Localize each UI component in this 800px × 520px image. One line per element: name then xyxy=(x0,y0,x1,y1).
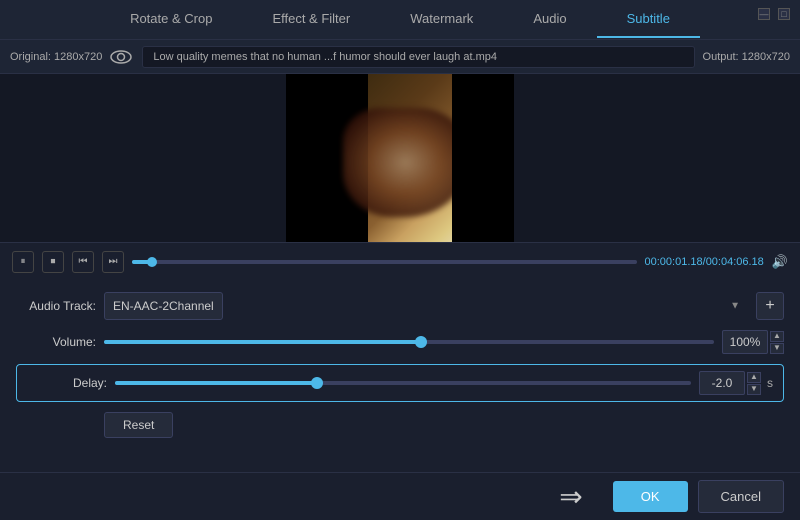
cancel-button[interactable]: Cancel xyxy=(698,480,784,513)
audio-track-dropdown-wrapper: EN-AAC-2Channel ▼ xyxy=(104,292,748,320)
audio-track-label: Audio Track: xyxy=(16,299,96,313)
tab-audio[interactable]: Audio xyxy=(503,1,596,38)
audio-track-select[interactable]: EN-AAC-2Channel xyxy=(104,292,223,320)
tab-effect-filter[interactable]: Effect & Filter xyxy=(242,1,380,38)
volume-row: Volume: ▲ ▼ xyxy=(16,330,784,354)
delay-slider-thumb[interactable] xyxy=(311,377,323,389)
delay-increment-button[interactable]: ▲ xyxy=(747,372,761,383)
filename-display: Low quality memes that no human ...f hum… xyxy=(142,46,694,68)
delay-slider-wrapper xyxy=(115,374,691,392)
minimize-button[interactable]: — xyxy=(758,8,770,20)
tab-watermark[interactable]: Watermark xyxy=(380,1,503,38)
delay-row-container: Delay: ▲ ▼ s xyxy=(16,364,784,402)
video-preview-area xyxy=(0,74,800,242)
time-display: 00:00:01.18/00:04:06.18 xyxy=(645,256,764,268)
eye-icon[interactable] xyxy=(110,48,134,66)
progress-bar[interactable] xyxy=(132,260,637,264)
volume-increment-button[interactable]: ▲ xyxy=(770,331,784,342)
volume-label: Volume: xyxy=(16,335,96,349)
volume-slider-thumb[interactable] xyxy=(415,336,427,348)
tab-subtitle[interactable]: Subtitle xyxy=(597,1,700,38)
tab-bar: Rotate & Crop Effect & Filter Watermark … xyxy=(0,0,800,40)
delay-unit-label: s xyxy=(767,376,773,390)
output-resolution: Output: 1280x720 xyxy=(703,51,790,63)
pause-button[interactable]: ⏸ xyxy=(12,251,34,273)
delay-value-wrapper: ▲ ▼ s xyxy=(699,371,773,395)
volume-slider-track[interactable] xyxy=(104,340,714,344)
dropdown-arrow-icon: ▼ xyxy=(730,301,740,312)
playback-bar: ⏸ ⏹ ⏮ ⏭ 00:00:01.18/00:04:06.18 🔊 xyxy=(0,242,800,280)
info-bar: Original: 1280x720 Low quality memes tha… xyxy=(0,40,800,74)
delay-row: Delay: ▲ ▼ s xyxy=(27,371,773,395)
volume-slider-fill xyxy=(104,340,421,344)
add-track-button[interactable]: + xyxy=(756,292,784,320)
video-thumbnail xyxy=(286,74,514,242)
prev-button[interactable]: ⏮ xyxy=(72,251,94,273)
volume-icon[interactable]: 🔊 xyxy=(772,254,788,270)
volume-spin-buttons: ▲ ▼ xyxy=(770,331,784,354)
forward-arrow-icon: ⇒ xyxy=(559,480,582,513)
next-button[interactable]: ⏭ xyxy=(102,251,124,273)
volume-value-input[interactable] xyxy=(722,330,768,354)
window-controls: — □ xyxy=(758,8,790,20)
reset-button[interactable]: Reset xyxy=(104,412,173,438)
audio-panel: Audio Track: EN-AAC-2Channel ▼ + Volume:… xyxy=(0,280,800,450)
bottom-action-bar: ⇒ OK Cancel xyxy=(0,472,800,520)
volume-slider-wrapper xyxy=(104,333,714,351)
tab-rotate-crop[interactable]: Rotate & Crop xyxy=(100,1,242,38)
audio-track-row: Audio Track: EN-AAC-2Channel ▼ + xyxy=(16,292,784,320)
video-frame xyxy=(286,74,514,242)
delay-spin-buttons: ▲ ▼ xyxy=(747,372,761,395)
volume-value-wrapper: ▲ ▼ xyxy=(722,330,784,354)
delay-slider-fill xyxy=(115,381,317,385)
stop-button[interactable]: ⏹ xyxy=(42,251,64,273)
delay-slider-track[interactable] xyxy=(115,381,691,385)
ok-button[interactable]: OK xyxy=(613,481,688,512)
original-resolution: Original: 1280x720 xyxy=(10,51,102,63)
reset-row: Reset xyxy=(16,412,784,438)
volume-decrement-button[interactable]: ▼ xyxy=(770,343,784,354)
maximize-button[interactable]: □ xyxy=(778,8,790,20)
delay-label: Delay: xyxy=(27,376,107,390)
delay-value-input[interactable] xyxy=(699,371,745,395)
delay-decrement-button[interactable]: ▼ xyxy=(747,384,761,395)
